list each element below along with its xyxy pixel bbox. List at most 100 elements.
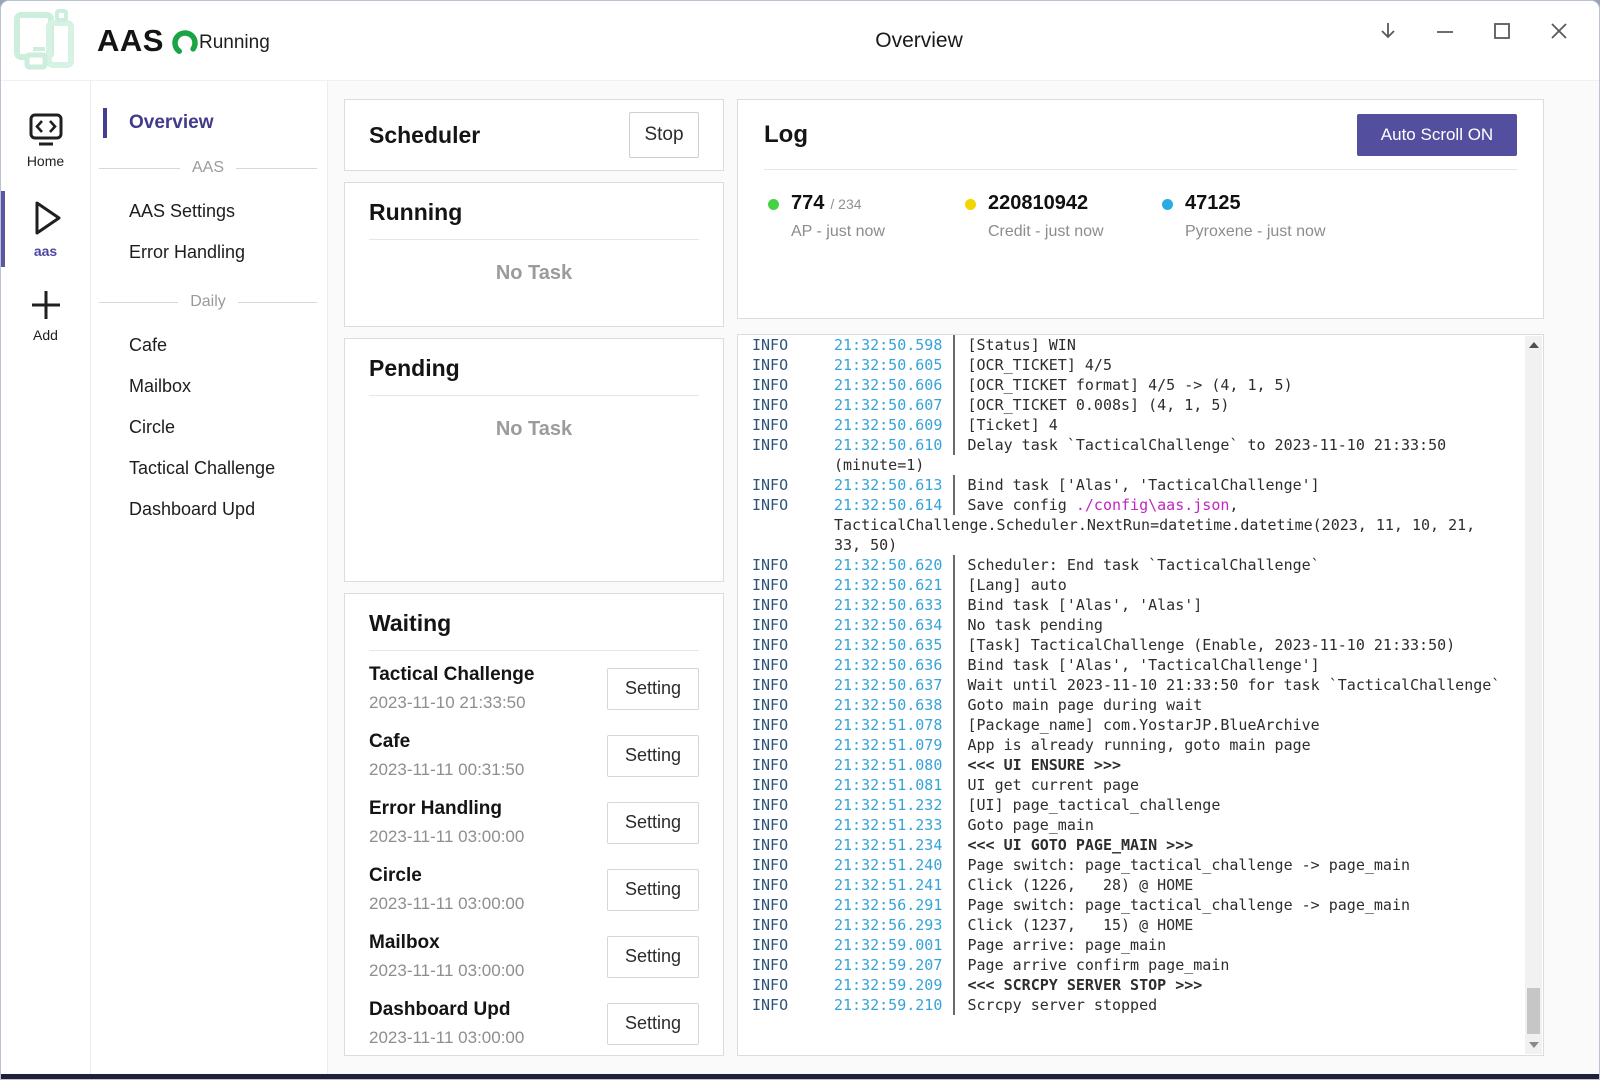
task-setting-button[interactable]: Setting — [607, 735, 699, 777]
log-line: INFO21:32:56.293Click (1237, 15) @ HOME — [752, 915, 1513, 935]
log-scrollbar[interactable] — [1525, 336, 1542, 1054]
task-setting-button[interactable]: Setting — [607, 869, 699, 911]
waiting-task-info: Mailbox 2023-11-11 03:00:00 — [369, 932, 524, 981]
close-icon[interactable] — [1547, 19, 1571, 43]
nav-item[interactable]: AAS Settings — [91, 191, 327, 232]
stat-suffix: / 234 — [830, 196, 861, 212]
divider — [369, 239, 699, 240]
divider — [764, 169, 1517, 170]
nav-section-aas-items: AAS SettingsError Handling — [91, 191, 327, 273]
rail-item-aas[interactable]: aas — [1, 189, 90, 269]
page-title: Overview — [875, 29, 963, 53]
stat-dot-icon — [1162, 199, 1173, 210]
waiting-task-row: Dashboard Upd 2023-11-11 03:00:00 Settin… — [369, 990, 699, 1056]
stat-item: 220810942 Credit - just now — [961, 192, 1158, 241]
pending-empty-text: No Task — [369, 418, 699, 441]
log-header: Log Auto Scroll ON — [764, 114, 1517, 156]
waiting-card: Waiting Tactical Challenge 2023-11-10 21… — [344, 593, 724, 1056]
task-setting-button[interactable]: Setting — [607, 1003, 699, 1045]
divider — [369, 395, 699, 396]
waiting-task-time: 2023-11-11 03:00:00 — [369, 961, 524, 981]
task-setting-button[interactable]: Setting — [607, 936, 699, 978]
log-line: INFO21:32:50.636Bind task ['Alas', 'Tact… — [752, 655, 1513, 675]
stop-button[interactable]: Stop — [629, 112, 699, 158]
app-name: AAS — [97, 23, 164, 59]
waiting-task-name: Error Handling — [369, 798, 524, 820]
task-setting-button[interactable]: Setting — [607, 668, 699, 710]
nav-item[interactable]: Tactical Challenge — [91, 448, 327, 489]
log-line: INFO21:32:50.633Bind task ['Alas', 'Alas… — [752, 595, 1513, 615]
log-line: INFO21:32:50.609[Ticket] 4 — [752, 415, 1513, 435]
stat-dot-icon — [768, 199, 779, 210]
waiting-task-name: Tactical Challenge — [369, 664, 534, 686]
nav-item-overview[interactable]: Overview — [103, 107, 327, 139]
auto-scroll-button[interactable]: Auto Scroll ON — [1357, 114, 1517, 156]
log-line: INFO21:32:50.621[Lang] auto — [752, 575, 1513, 595]
log-line: INFO21:32:59.209<<< SCRCPY SERVER STOP >… — [752, 975, 1513, 995]
log-line: INFO21:32:51.240Page switch: page_tactic… — [752, 855, 1513, 875]
log-line: INFO21:32:50.613Bind task ['Alas', 'Tact… — [752, 475, 1513, 495]
log-line: INFO21:32:50.635[Task] TacticalChallenge… — [752, 635, 1513, 655]
scheduler-title: Scheduler — [369, 122, 480, 149]
pending-card: Pending No Task — [344, 338, 724, 582]
waiting-task-row: Tactical Challenge 2023-11-10 21:33:50 S… — [369, 655, 699, 722]
stat-item: 774/ 234 AP - just now — [764, 192, 961, 241]
waiting-task-name: Dashboard Upd — [369, 999, 524, 1021]
log-line: TacticalChallenge.Scheduler.NextRun=date… — [752, 515, 1513, 535]
rail-item-label: aas — [1, 243, 90, 259]
stat-item: 47125 Pyroxene - just now — [1158, 192, 1355, 241]
waiting-task-row: Mailbox 2023-11-11 03:00:00 Setting — [369, 923, 699, 990]
nav-item[interactable]: Error Handling — [91, 232, 327, 273]
log-line: INFO21:32:51.081UI get current page — [752, 775, 1513, 795]
waiting-task-info: Cafe 2023-11-11 00:31:50 — [369, 731, 524, 780]
stat-caption: Credit - just now — [988, 223, 1104, 241]
waiting-task-time: 2023-11-11 00:31:50 — [369, 760, 524, 780]
stat-caption: AP - just now — [791, 223, 885, 241]
log-line: INFO21:32:59.001Page arrive: page_main — [752, 935, 1513, 955]
scrollbar-up-icon[interactable] — [1525, 336, 1542, 354]
log-line: INFO21:32:51.241Click (1226, 28) @ HOME — [752, 875, 1513, 895]
nav-item[interactable]: Cafe — [91, 325, 327, 366]
scheduler-column: Scheduler Stop Running No Task Pending N… — [344, 99, 724, 1056]
content: Scheduler Stop Running No Task Pending N… — [328, 81, 1599, 1074]
nav-section-daily-items: CafeMailboxCircleTactical ChallengeDashb… — [91, 325, 327, 530]
waiting-task-name: Mailbox — [369, 932, 524, 954]
maximize-icon[interactable] — [1490, 19, 1514, 43]
nav-section-divider-aas: AAS — [99, 159, 317, 177]
log-output-panel[interactable]: INFO21:32:50.598[Status] WININFO21:32:50… — [737, 334, 1544, 1056]
nav-item[interactable]: Circle — [91, 407, 327, 448]
nav-item[interactable]: Dashboard Upd — [91, 489, 327, 530]
waiting-task-list: Tactical Challenge 2023-11-10 21:33:50 S… — [369, 655, 699, 1056]
waiting-title: Waiting — [369, 610, 699, 637]
waiting-task-info: Tactical Challenge 2023-11-10 21:33:50 — [369, 664, 534, 713]
stat-body: 774/ 234 AP - just now — [791, 192, 885, 241]
play-icon — [26, 197, 66, 239]
minimize-icon[interactable] — [1433, 19, 1457, 43]
log-line: INFO21:32:50.634No task pending — [752, 615, 1513, 635]
running-spinner-icon — [171, 29, 199, 57]
waiting-task-row: Cafe 2023-11-11 00:31:50 Setting — [369, 722, 699, 789]
divider — [369, 650, 699, 651]
waiting-task-name: Cafe — [369, 731, 524, 753]
scrollbar-thumb[interactable] — [1527, 988, 1540, 1034]
titlebar: AAS Running Overview — [1, 1, 1599, 81]
rail-item-add[interactable]: Add — [1, 279, 90, 353]
log-column: Log Auto Scroll ON 774/ 234 — [737, 99, 1544, 1056]
running-title: Running — [369, 199, 699, 226]
nav-item[interactable]: Mailbox — [91, 366, 327, 407]
app-window: AAS Running Overview — [0, 0, 1600, 1080]
log-line: INFO21:32:50.610Delay task `TacticalChal… — [752, 435, 1513, 455]
log-line: INFO21:32:51.233Goto page_main — [752, 815, 1513, 835]
stat-dot-icon — [965, 199, 976, 210]
waiting-task-row: Circle 2023-11-11 03:00:00 Setting — [369, 856, 699, 923]
scrollbar-down-icon[interactable] — [1525, 1036, 1542, 1054]
waiting-task-time: 2023-11-11 03:00:00 — [369, 894, 524, 914]
task-setting-button[interactable]: Setting — [607, 802, 699, 844]
log-line: (minute=1) — [752, 455, 1513, 475]
waiting-task-info: Circle 2023-11-11 03:00:00 — [369, 865, 524, 914]
stat-caption: Pyroxene - just now — [1185, 223, 1326, 241]
download-icon[interactable] — [1376, 19, 1400, 43]
log-line: INFO21:32:51.234<<< UI GOTO PAGE_MAIN >>… — [752, 835, 1513, 855]
stat-value: 220810942 — [988, 192, 1088, 214]
rail-item-home[interactable]: Home — [1, 103, 90, 179]
